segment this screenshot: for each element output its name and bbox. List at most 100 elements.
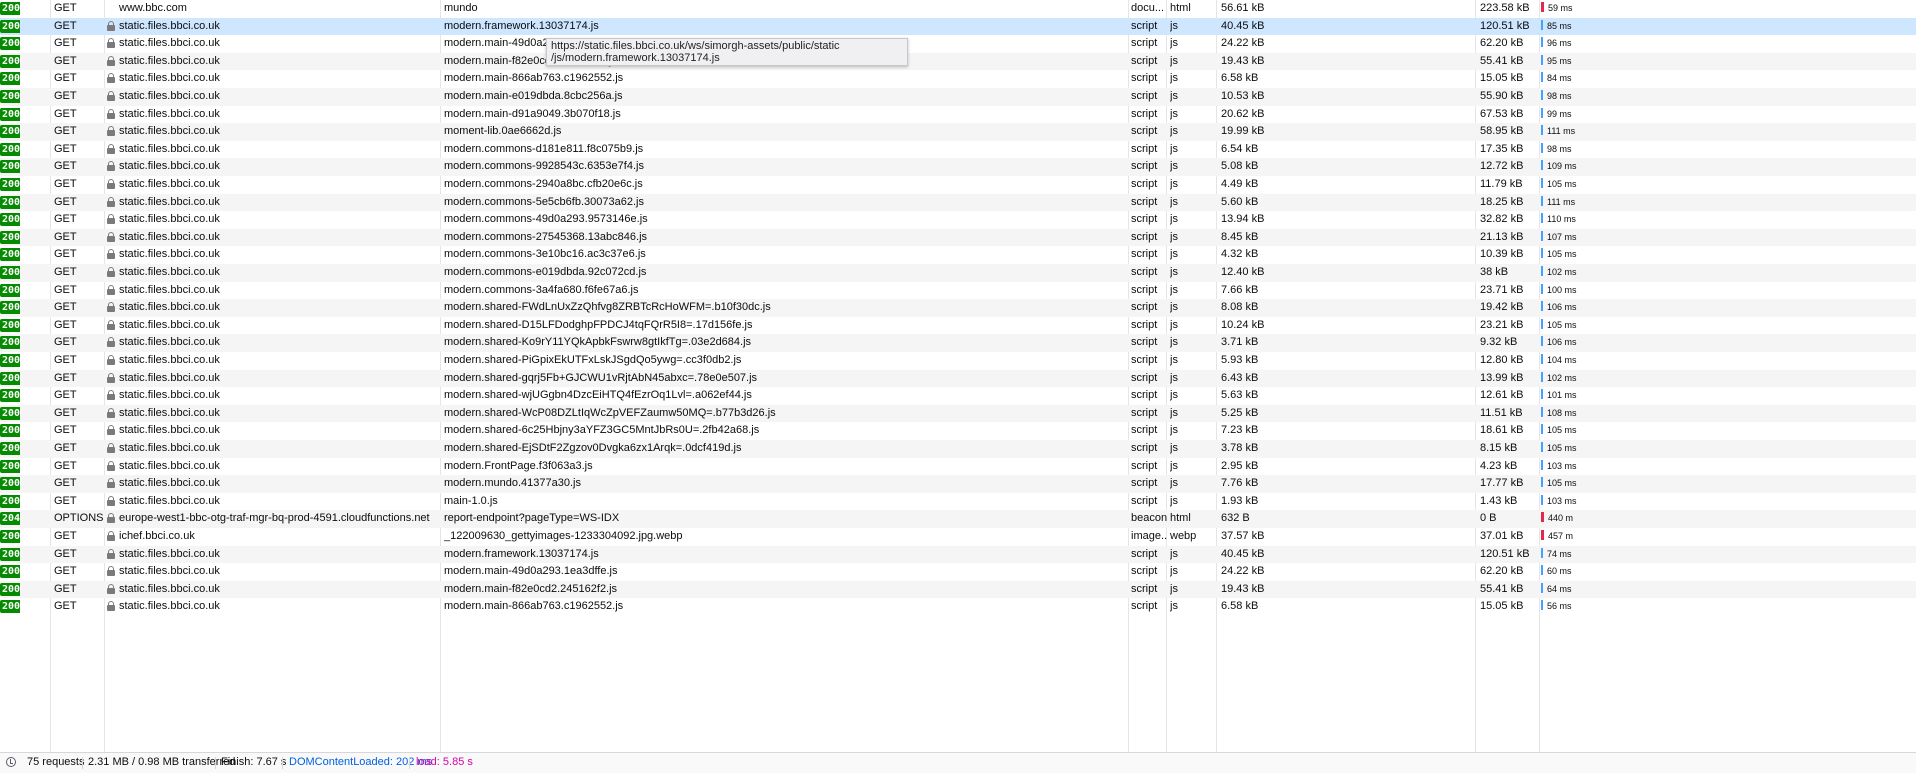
lock-cell bbox=[107, 458, 117, 476]
size-cell: 38 kB bbox=[1480, 266, 1509, 278]
type-cell: js bbox=[1170, 266, 1178, 278]
transferred-cell: 24.22 kB bbox=[1221, 565, 1265, 578]
status-badge: 200 bbox=[0, 195, 20, 209]
file-cell: moment-lib.0ae6662d.js bbox=[444, 125, 562, 138]
type-cell: js bbox=[1170, 600, 1178, 613]
lock-cell bbox=[107, 405, 117, 423]
status-badge: 200 bbox=[0, 600, 20, 614]
request-row[interactable]: 200 GET static.files.bbci.co.uk modern.shar… bbox=[0, 352, 1916, 370]
lock-icon bbox=[107, 566, 115, 577]
method-cell: GET bbox=[54, 2, 77, 14]
transferred-cell: 19.43 kB bbox=[1221, 582, 1265, 595]
request-row[interactable]: 200 GET static.files.bbci.co.uk modern.comm… bbox=[0, 228, 1916, 247]
domain-cell: static.files.bbci.co.uk bbox=[119, 248, 220, 261]
request-row[interactable]: 200 GET static.files.bbci.co.uk modern.Fron… bbox=[0, 458, 1916, 476]
size-cell: 4.23 kB bbox=[1480, 459, 1518, 472]
request-row[interactable]: 200 GET ichef.bbci.co.uk _122009630_gettyim… bbox=[0, 528, 1916, 546]
request-row[interactable]: 200 GET static.files.bbci.co.uk modern.shar… bbox=[0, 369, 1916, 388]
lock-cell bbox=[107, 563, 117, 581]
method-cell: GET bbox=[54, 142, 77, 155]
timeline-cell: 101 ms bbox=[1541, 387, 1916, 405]
type-cell: js bbox=[1170, 72, 1178, 85]
request-row[interactable]: 200 GET www.bbc.com mundo docu... html 56.61 k… bbox=[0, 0, 1916, 18]
file-cell: report-endpoint?pageType=WS-IDX bbox=[444, 512, 620, 525]
size-cell: 13.99 kB bbox=[1480, 371, 1524, 384]
request-row[interactable]: 200 GET static.files.bbci.co.uk modern.comm… bbox=[0, 264, 1916, 282]
status-badge: 200 bbox=[0, 248, 20, 262]
status-badge: 200 bbox=[0, 230, 20, 244]
request-row[interactable]: 200 GET static.files.bbci.co.uk modern.comm… bbox=[0, 211, 1916, 229]
request-row[interactable]: 200 GET static.files.bbci.co.uk modern.shar… bbox=[0, 299, 1916, 317]
request-row[interactable]: 200 GET static.files.bbci.co.uk main-1.0.js… bbox=[0, 493, 1916, 511]
lock-icon bbox=[107, 91, 115, 101]
timing-label: 107 ms bbox=[1547, 231, 1577, 242]
lock-icon bbox=[107, 601, 115, 612]
timeline-cell: 105 ms bbox=[1541, 475, 1916, 493]
request-row[interactable]: 200 GET static.files.bbci.co.uk modern.comm… bbox=[0, 282, 1916, 300]
timing-bar bbox=[1541, 389, 1543, 400]
finish-time: Finish: 7.67 s bbox=[221, 756, 287, 768]
domain-cell: static.files.bbci.co.uk bbox=[119, 494, 220, 507]
request-row[interactable]: 200 GET static.files.bbci.co.uk modern.main… bbox=[0, 70, 1916, 88]
size-cell: 18.61 kB bbox=[1480, 424, 1524, 437]
transferred-cell: 20.62 kB bbox=[1221, 107, 1265, 120]
request-row[interactable]: 200 GET static.files.bbci.co.uk modern.comm… bbox=[0, 246, 1916, 264]
request-row[interactable]: 200 GET static.files.bbci.co.uk modern.main… bbox=[0, 52, 1916, 71]
request-row[interactable]: 200 GET static.files.bbci.co.uk modern.main… bbox=[0, 88, 1916, 106]
status-badge: 200 bbox=[0, 283, 20, 297]
request-row[interactable]: 200 GET static.files.bbci.co.uk moment-lib.… bbox=[0, 123, 1916, 141]
timeline-cell: 60 ms bbox=[1541, 563, 1916, 581]
load-time: load: 5.85 s bbox=[416, 756, 473, 768]
domain-cell: static.files.bbci.co.uk bbox=[119, 371, 220, 384]
size-cell: 15.05 kB bbox=[1480, 72, 1524, 85]
timing-label: 59 ms bbox=[1548, 3, 1573, 13]
request-row[interactable]: 200 GET static.files.bbci.co.uk modern.shar… bbox=[0, 440, 1916, 458]
request-row[interactable]: 200 GET static.files.bbci.co.uk modern.mund… bbox=[0, 475, 1916, 493]
request-row[interactable]: 200 GET static.files.bbci.co.uk modern.fram… bbox=[0, 17, 1916, 36]
request-row[interactable]: 200 GET static.files.bbci.co.uk modern.shar… bbox=[0, 422, 1916, 440]
request-row[interactable]: 200 GET static.files.bbci.co.uk modern.main… bbox=[0, 598, 1916, 616]
lock-icon bbox=[107, 108, 115, 119]
timing-label: 95 ms bbox=[1547, 55, 1572, 66]
domain-cell: ichef.bbci.co.uk bbox=[119, 530, 195, 542]
request-row[interactable]: 200 GET static.files.bbci.co.uk modern.shar… bbox=[0, 317, 1916, 335]
request-row[interactable]: 200 GET static.files.bbci.co.uk modern.comm… bbox=[0, 141, 1916, 159]
request-row[interactable]: 200 GET static.files.bbci.co.uk modern.main… bbox=[0, 35, 1916, 53]
status-badge: 200 bbox=[0, 125, 20, 139]
transferred-cell: 19.43 kB bbox=[1221, 54, 1265, 67]
timing-label: 98 ms bbox=[1547, 91, 1572, 101]
lock-icon bbox=[107, 425, 115, 436]
file-cell: modern.commons-5e5cb6fb.30073a62.js bbox=[444, 195, 644, 208]
status-badge: 200 bbox=[0, 107, 20, 121]
request-row[interactable]: 204 OPTIONS europe-west1-bbc-otg-traf-mgr-… bbox=[0, 510, 1916, 528]
request-row[interactable]: 200 GET static.files.bbci.co.uk modern.comm… bbox=[0, 176, 1916, 194]
request-row[interactable]: 200 GET static.files.bbci.co.uk modern.shar… bbox=[0, 387, 1916, 405]
status-cell: 200 bbox=[0, 387, 20, 405]
status-badge: 200 bbox=[0, 178, 20, 191]
request-row[interactable]: 200 GET static.files.bbci.co.uk modern.shar… bbox=[0, 334, 1916, 352]
clock-icon[interactable] bbox=[6, 757, 16, 767]
request-row[interactable]: 200 GET static.files.bbci.co.uk modern.main… bbox=[0, 580, 1916, 599]
request-row[interactable]: 200 GET static.files.bbci.co.uk modern.main… bbox=[0, 563, 1916, 581]
timing-bar bbox=[1541, 301, 1543, 312]
status-badge: 200 bbox=[0, 371, 20, 385]
size-cell: 0 B bbox=[1480, 512, 1497, 525]
domain-cell: static.files.bbci.co.uk bbox=[119, 266, 220, 278]
domain-cell: static.files.bbci.co.uk bbox=[119, 336, 220, 349]
status-badge: 200 bbox=[0, 160, 20, 174]
lock-cell bbox=[107, 18, 117, 36]
lock-cell bbox=[107, 211, 117, 229]
request-row[interactable]: 200 GET static.files.bbci.co.uk modern.comm… bbox=[0, 193, 1916, 212]
lock-icon bbox=[107, 390, 115, 401]
timing-bar bbox=[1541, 266, 1543, 277]
size-cell: 120.51 kB bbox=[1480, 547, 1530, 560]
request-row[interactable]: 200 GET static.files.bbci.co.uk modern.shar… bbox=[0, 404, 1916, 423]
timing-bar bbox=[1541, 37, 1543, 48]
request-row[interactable]: 200 GET static.files.bbci.co.uk modern.fram… bbox=[0, 545, 1916, 564]
request-row[interactable]: 200 GET static.files.bbci.co.uk modern.main… bbox=[0, 106, 1916, 124]
file-cell: modern.framework.13037174.js bbox=[444, 547, 599, 560]
timeline-cell: 457 m bbox=[1541, 528, 1916, 546]
request-row[interactable]: 200 GET static.files.bbci.co.uk modern.comm… bbox=[0, 158, 1916, 176]
method-cell: GET bbox=[54, 600, 77, 613]
lock-icon bbox=[107, 407, 115, 418]
